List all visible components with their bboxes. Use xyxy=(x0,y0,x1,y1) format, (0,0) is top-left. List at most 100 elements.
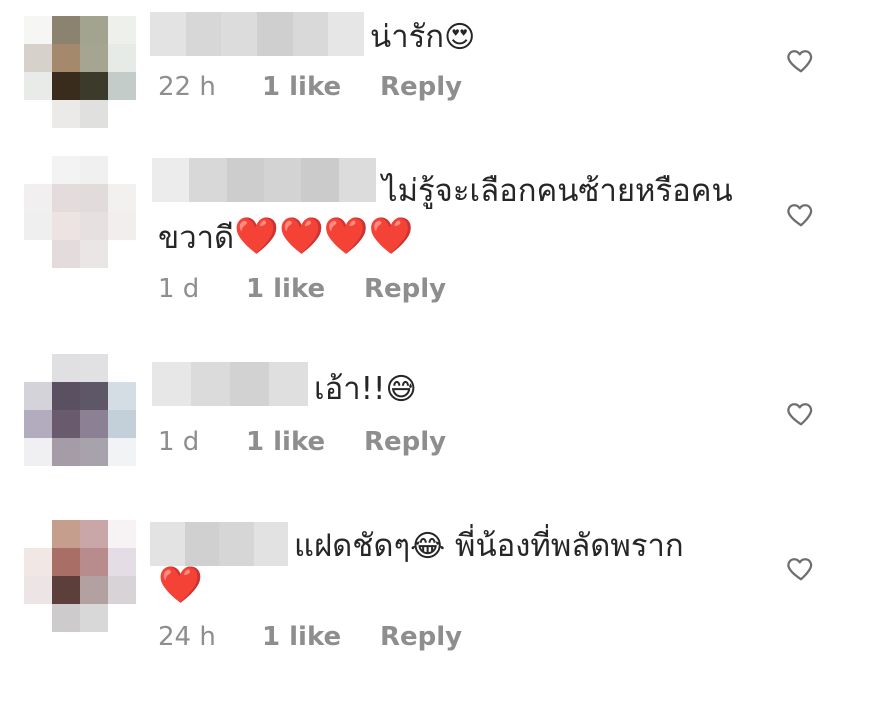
avatar-pixel xyxy=(80,548,108,576)
avatar-pixel xyxy=(80,16,108,44)
avatar-pixel xyxy=(52,156,80,184)
avatar-pixel xyxy=(108,240,136,268)
comment-text-line1: ไม่รู้จะเลือกคนซ้ายหรือคน xyxy=(382,173,733,209)
avatar-pixel xyxy=(52,100,80,128)
heart-eyes-emoji: 😍 xyxy=(444,20,476,55)
reply-button[interactable]: Reply xyxy=(364,274,446,304)
likes-count[interactable]: 1 like xyxy=(246,427,325,457)
red-heart-emoji: ❤️ xyxy=(158,565,203,606)
avatar-pixel xyxy=(108,382,136,410)
avatar-pixel xyxy=(24,548,52,576)
avatar-pixel xyxy=(108,212,136,240)
avatar-pixel xyxy=(24,382,52,410)
avatar-pixel xyxy=(52,44,80,72)
reply-button[interactable]: Reply xyxy=(380,72,462,102)
avatar-pixel xyxy=(80,354,108,382)
avatar-pixel xyxy=(80,72,108,100)
avatar-pixel xyxy=(80,100,108,128)
like-heart-icon[interactable] xyxy=(786,398,816,428)
like-heart-icon[interactable] xyxy=(786,45,816,75)
avatar-pixel xyxy=(80,212,108,240)
avatar-pixel xyxy=(24,100,52,128)
avatar-pixel xyxy=(108,44,136,72)
likes-count[interactable]: 1 like xyxy=(262,622,341,652)
avatar-pixel xyxy=(80,604,108,632)
avatar-pixel xyxy=(52,240,80,268)
sweat-smile-emoji: 😅 xyxy=(385,372,417,407)
avatar-pixel xyxy=(80,382,108,410)
avatar-pixel xyxy=(24,604,52,632)
avatar-pixel xyxy=(24,410,52,438)
avatar-pixel xyxy=(52,410,80,438)
avatar-pixel xyxy=(108,354,136,382)
username-blurred[interactable] xyxy=(152,158,376,202)
avatar-pixel xyxy=(24,576,52,604)
avatar-pixel xyxy=(80,410,108,438)
avatar-pixel xyxy=(108,548,136,576)
avatar-pixel xyxy=(24,240,52,268)
red-heart-emoji: ❤️ xyxy=(234,216,279,257)
red-heart-emoji: ❤️ xyxy=(368,216,414,257)
avatar-pixel xyxy=(80,520,108,548)
avatar-pixel xyxy=(80,156,108,184)
avatar-pixel xyxy=(24,16,52,44)
likes-count[interactable]: 1 like xyxy=(246,274,325,304)
avatar-pixel xyxy=(24,72,52,100)
avatar-pixel xyxy=(52,576,80,604)
username-blurred[interactable] xyxy=(150,522,288,566)
avatar[interactable] xyxy=(24,520,136,632)
avatar[interactable] xyxy=(24,354,136,466)
avatar[interactable] xyxy=(24,156,136,268)
likes-count[interactable]: 1 like xyxy=(262,72,341,102)
avatar-pixel xyxy=(24,184,52,212)
avatar-pixel xyxy=(24,156,52,184)
avatar-pixel xyxy=(52,548,80,576)
avatar-pixel xyxy=(52,16,80,44)
avatar-pixel xyxy=(108,184,136,212)
avatar-pixel xyxy=(80,184,108,212)
avatar-pixel xyxy=(108,410,136,438)
avatar-pixel xyxy=(24,438,52,466)
avatar-pixel xyxy=(52,354,80,382)
avatar-pixel xyxy=(24,520,52,548)
avatar-pixel xyxy=(108,100,136,128)
avatar-pixel xyxy=(108,604,136,632)
avatar-pixel xyxy=(52,520,80,548)
avatar-pixel xyxy=(52,184,80,212)
avatar-pixel xyxy=(108,520,136,548)
avatar-pixel xyxy=(108,156,136,184)
avatar-pixel xyxy=(52,382,80,410)
avatar-pixel xyxy=(24,212,52,240)
comment-text: น่ารัก😍 xyxy=(370,19,476,55)
username-blurred[interactable] xyxy=(152,362,308,406)
avatar-pixel xyxy=(108,16,136,44)
comment-text: เอ้า!!😅 xyxy=(314,371,417,407)
avatar-pixel xyxy=(52,72,80,100)
avatar-pixel xyxy=(80,240,108,268)
avatar-pixel xyxy=(108,576,136,604)
comment-text-line2: ❤️ xyxy=(158,563,203,610)
avatar-pixel xyxy=(108,438,136,466)
timestamp: 22 h xyxy=(158,72,216,102)
avatar-pixel xyxy=(80,44,108,72)
reply-button[interactable]: Reply xyxy=(364,427,446,457)
timestamp: 1 d xyxy=(158,427,200,457)
avatar[interactable] xyxy=(24,16,136,128)
tears-of-joy-emoji: 😂 xyxy=(410,529,446,564)
avatar-pixel xyxy=(24,354,52,382)
avatar-pixel xyxy=(24,44,52,72)
avatar-pixel xyxy=(80,576,108,604)
avatar-pixel xyxy=(52,438,80,466)
timestamp: 1 d xyxy=(158,274,200,304)
like-heart-icon[interactable] xyxy=(786,553,816,583)
comment-text-line1: แฝดชัดๆ😂 พี่น้องที่พลัดพราก xyxy=(294,528,684,564)
avatar-pixel xyxy=(52,604,80,632)
reply-button[interactable]: Reply xyxy=(380,622,462,652)
avatar-pixel xyxy=(80,438,108,466)
avatar-pixel xyxy=(108,72,136,100)
username-blurred[interactable] xyxy=(150,12,365,56)
red-heart-emoji: ❤️ xyxy=(323,216,369,257)
comment-text-line2: ขวาดี❤️❤️❤️❤️ xyxy=(158,216,414,257)
avatar-pixel xyxy=(52,212,80,240)
like-heart-icon[interactable] xyxy=(786,199,816,229)
